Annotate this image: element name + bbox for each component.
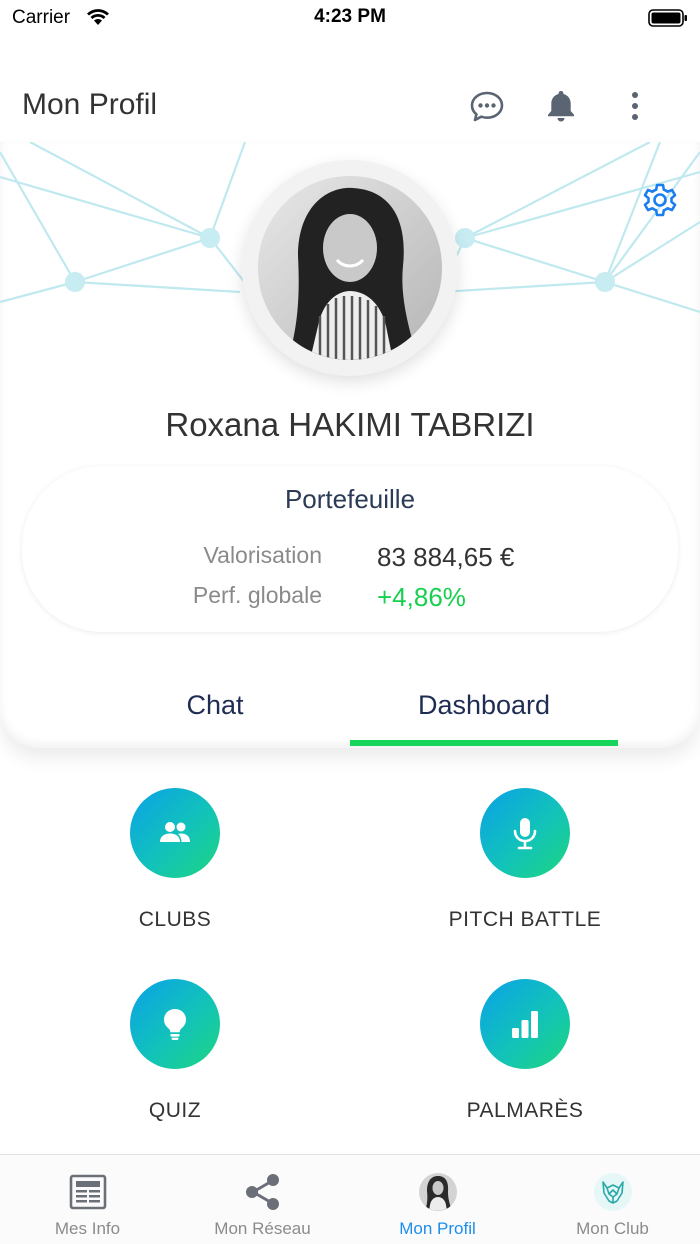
dashboard-item-palmares[interactable]: PALMARÈS [400,979,650,1149]
nav-label-mon-club: Mon Club [576,1219,649,1238]
nav-label-mes-info: Mes Info [54,1219,121,1238]
avatar-photo [258,176,442,360]
clubs-label: CLUBS [138,908,212,931]
nav-item-mon-profil[interactable]: Mon Profil [350,1155,525,1244]
pitch-battle-button[interactable] [480,788,570,878]
performance-value: +4,86% [377,582,466,612]
newspaper-icon [69,1174,107,1210]
nav-label-mon-reseau: Mon Réseau [214,1219,311,1238]
app-header: Mon Profil [0,70,700,142]
more-vertical-icon[interactable] [617,88,653,124]
club-logo-icon [594,1173,632,1211]
pitch-battle-label: PITCH BATTLE [448,908,602,931]
dashboard-item-quiz[interactable]: QUIZ [50,979,300,1149]
chat-icon[interactable] [469,88,505,124]
share-icon [246,1174,279,1210]
bar-chart-icon [512,1011,538,1038]
quiz-label: QUIZ [148,1099,202,1122]
portfolio-title: Portefeuille [284,484,416,514]
group-icon [160,822,190,842]
nav-item-mon-club[interactable]: Mon Club [525,1155,700,1244]
dashboard-item-pitch-battle[interactable]: PITCH BATTLE [400,788,650,958]
active-tab-indicator [350,740,618,746]
performance-label: Perf. globale [192,582,322,608]
avatar-ring [242,160,458,376]
avatar[interactable] [258,176,442,360]
valuation-label: Valorisation [203,542,322,568]
bell-icon[interactable] [543,88,579,124]
portfolio-card: Portefeuille Valorisation 83 884,65 € Pe… [22,466,678,632]
battery-icon [648,9,687,27]
lightbulb-icon [164,1009,186,1040]
palmares-label: PALMARÈS [466,1099,584,1122]
clubs-button[interactable] [130,788,220,878]
profile-card: Roxana HAKIMI TABRIZI Portefeuille Valor… [0,142,700,748]
page-title: Mon Profil [22,88,158,121]
profile-name: Roxana HAKIMI TABRIZI [165,406,535,443]
palmares-button[interactable] [480,979,570,1069]
nav-item-mon-reseau[interactable]: Mon Réseau [175,1155,350,1244]
profile-avatar [419,1173,457,1211]
dashboard-item-clubs[interactable]: CLUBS [50,788,300,958]
profile-tabs: Chat Dashboard [0,682,700,748]
status-bar: Carrier 4:23 PM [0,0,700,40]
gear-icon[interactable] [640,180,680,220]
nav-label-mon-profil: Mon Profil [399,1219,476,1238]
nav-item-mes-info[interactable]: Mes Info [0,1155,175,1244]
tab-chat[interactable]: Chat [80,690,350,721]
tab-dashboard[interactable]: Dashboard [350,690,618,721]
bottom-navigation: Mes Info Mon Réseau Mon Profil Mon Club [0,1154,700,1244]
valuation-value: 83 884,65 € [377,542,515,572]
status-time: 4:23 PM [314,6,386,27]
quiz-button[interactable] [130,979,220,1069]
microphone-icon [513,818,537,850]
